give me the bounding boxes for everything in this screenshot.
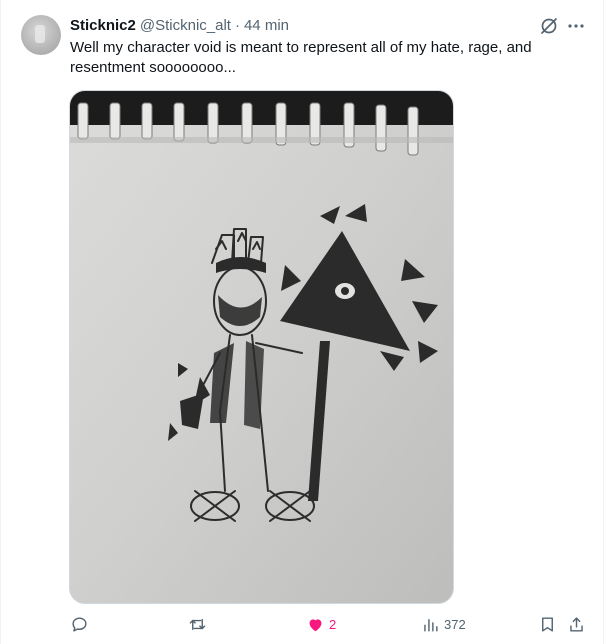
reply-icon (72, 616, 87, 632)
bookmark-button[interactable] (538, 612, 557, 636)
share-icon (570, 616, 583, 632)
retweet-button[interactable] (188, 612, 211, 636)
tweet-header: Sticknic2 @Sticknic_alt · 44 min (70, 15, 289, 35)
tweet[interactable]: Sticknic2 @Sticknic_alt · 44 min Well my… (0, 0, 608, 644)
photo-of-pencil-sketch (70, 91, 453, 603)
views-button[interactable]: 372 (421, 612, 466, 636)
share-button[interactable] (567, 612, 586, 636)
right-divider (603, 0, 604, 644)
left-divider (0, 0, 1, 644)
action-bar: 2 372 (70, 612, 590, 636)
user-handle[interactable]: @Sticknic_alt (140, 17, 231, 34)
views-icon (424, 618, 438, 632)
grok-icon[interactable] (539, 16, 559, 36)
like-icon (309, 618, 322, 631)
reply-button[interactable] (70, 612, 93, 636)
bookmark-icon (542, 616, 553, 632)
separator-dot: · (234, 16, 240, 34)
retweet-icon (189, 618, 206, 630)
avatar-figure (35, 25, 45, 43)
more-icon[interactable] (566, 16, 586, 36)
tweet-text: Well my character void is meant to repre… (70, 39, 532, 76)
avatar[interactable] (21, 15, 61, 55)
like-button[interactable]: 2 (306, 612, 336, 636)
like-count: 2 (329, 616, 337, 632)
display-name[interactable]: Sticknic2 (70, 17, 136, 34)
timestamp[interactable]: 44 min (244, 17, 289, 34)
views-count: 372 (444, 616, 466, 632)
tweet-photo[interactable] (69, 90, 454, 604)
